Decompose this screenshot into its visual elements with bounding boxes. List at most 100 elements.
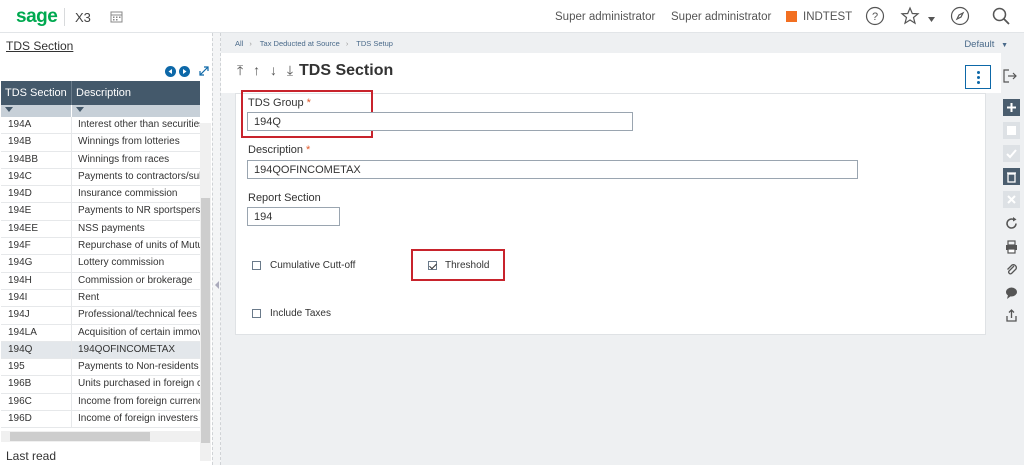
table-row[interactable]: 194C Payments to contractors/sub- (1, 168, 200, 187)
tds-section-cell[interactable]: 194A (1, 117, 72, 134)
table-row[interactable]: 194LA Acquisition of certain immova (1, 324, 200, 342)
panel-splitter[interactable] (212, 33, 221, 465)
delete-icon[interactable] (1003, 168, 1020, 185)
tds-section-cell[interactable]: 196C (1, 393, 72, 411)
tds-group-field[interactable]: 194Q (247, 112, 633, 131)
cumulative-cutoff-label[interactable]: Cumulative Cutt-off (270, 260, 355, 271)
cancel-icon[interactable] (1003, 191, 1020, 208)
column-header-description[interactable]: Description (72, 81, 200, 105)
help-icon[interactable]: ? (865, 6, 885, 26)
description-cell[interactable]: NSS payments (72, 221, 200, 237)
filter-icon[interactable] (76, 107, 84, 112)
description-cell[interactable]: Interest other than securities (72, 117, 200, 133)
tds-section-cell[interactable]: 194EE (1, 220, 72, 238)
table-row[interactable]: 194E Payments to NR sportsperson (1, 203, 200, 221)
description-cell[interactable]: Units purchased in foreign cu (72, 376, 200, 392)
description-cell[interactable]: Winnings from races (72, 152, 200, 168)
table-row[interactable]: 194I Rent (1, 289, 200, 308)
tds-section-cell[interactable]: 194J (1, 307, 72, 324)
table-row[interactable]: 196C Income from foreign currency (1, 393, 200, 412)
tds-section-cell[interactable]: 194B (1, 134, 72, 151)
description-cell[interactable]: 194QOFINCOMETAX (72, 342, 200, 358)
share-icon[interactable] (1003, 307, 1020, 324)
table-row[interactable]: 194BB Winnings from races (1, 151, 200, 169)
table-row[interactable]: 194D Insurance commission (1, 186, 200, 204)
include-taxes-checkbox[interactable] (252, 309, 261, 318)
threshold-checkbox[interactable] (428, 261, 437, 270)
expand-icon[interactable] (199, 66, 209, 76)
table-row[interactable]: 195 Payments to Non-residents (1, 359, 200, 377)
folder-name[interactable]: INDTEST (803, 11, 852, 23)
left-panel-title[interactable]: TDS Section (6, 39, 73, 53)
previous-icon[interactable] (165, 66, 176, 77)
print-icon[interactable] (1003, 238, 1020, 255)
report-section-field[interactable]: 194 (247, 207, 340, 226)
horizontal-scrollbar[interactable] (1, 431, 200, 442)
scrollbar-thumb[interactable] (10, 432, 150, 441)
table-row[interactable]: 196B Units purchased in foreign cu (1, 376, 200, 394)
tds-section-cell[interactable]: 194D (1, 186, 72, 203)
table-row[interactable]: 194B Winnings from lotteries (1, 134, 200, 152)
tds-section-cell[interactable]: 194E (1, 203, 72, 220)
star-icon[interactable] (900, 6, 920, 26)
description-cell[interactable]: Income of foreign investers (72, 411, 200, 427)
tds-section-cell[interactable]: 194C (1, 168, 72, 186)
description-cell[interactable]: Acquisition of certain immova (72, 325, 200, 341)
tds-section-cell[interactable]: 196D (1, 411, 72, 428)
tds-section-cell[interactable]: 194Q (1, 341, 72, 359)
compass-icon[interactable] (950, 6, 970, 26)
tds-section-cell[interactable]: 194F (1, 238, 72, 255)
description-field[interactable]: 194QOFINCOMETAX (247, 160, 858, 179)
record-navigation-arrows[interactable]: ⤒ ↑ ↓ ⤓ (237, 62, 296, 79)
table-row[interactable]: 194G Lottery commission (1, 255, 200, 273)
role-menu[interactable]: Super administrator (671, 11, 771, 23)
sage-logo[interactable]: sage (16, 6, 58, 28)
tds-section-cell[interactable]: 196B (1, 376, 72, 393)
description-cell[interactable]: Income from foreign currency (72, 394, 200, 410)
description-cell[interactable]: Payments to contractors/sub- (72, 169, 200, 185)
calendar-icon[interactable] (110, 10, 123, 23)
description-cell[interactable]: Payments to Non-residents (72, 359, 200, 375)
description-cell[interactable]: Rent (72, 290, 200, 306)
description-cell[interactable]: Insurance commission (72, 186, 200, 202)
table-row[interactable]: 194Q 194QOFINCOMETAX (1, 341, 200, 360)
cumulative-cutoff-checkbox[interactable] (252, 261, 261, 270)
vertical-scrollbar[interactable] (200, 123, 211, 461)
more-actions-icon[interactable] (965, 65, 991, 89)
description-cell[interactable]: Commission or brokerage (72, 273, 200, 289)
description-cell[interactable]: Lottery commission (72, 255, 200, 271)
comment-icon[interactable] (1003, 284, 1020, 301)
scrollbar-thumb[interactable] (201, 198, 210, 443)
description-cell[interactable]: Repurchase of units of Mutua (72, 238, 200, 254)
chevron-down-icon[interactable] (928, 17, 935, 22)
tds-section-cell[interactable]: 194H (1, 272, 72, 289)
view-selector-value[interactable]: Default (964, 39, 994, 50)
attachment-icon[interactable] (1003, 261, 1020, 278)
table-row[interactable]: 194H Commission or brokerage (1, 272, 200, 290)
table-row[interactable]: 194J Professional/technical fees (1, 307, 200, 325)
breadcrumb-item[interactable]: TDS Setup (356, 39, 393, 48)
breadcrumb-item[interactable]: Tax Deducted at Source (260, 39, 340, 48)
validate-icon[interactable] (1003, 145, 1020, 162)
add-icon[interactable] (1003, 99, 1020, 116)
last-read-label[interactable]: Last read (6, 449, 56, 463)
tds-section-cell[interactable]: 194LA (1, 324, 72, 341)
tds-section-cell[interactable]: 194G (1, 255, 72, 272)
view-selector[interactable]: Default ▼ (964, 39, 1008, 50)
search-icon[interactable] (991, 6, 1011, 26)
table-row[interactable]: 196D Income of foreign investers (1, 411, 200, 429)
tds-section-cell[interactable]: 194BB (1, 151, 72, 168)
tds-section-cell[interactable]: 195 (1, 359, 72, 376)
exit-icon[interactable] (1003, 69, 1017, 83)
user-menu[interactable]: Super administrator (555, 11, 655, 23)
description-cell[interactable]: Professional/technical fees (72, 307, 200, 323)
refresh-icon[interactable] (1003, 215, 1020, 232)
breadcrumb-item[interactable]: All (235, 39, 243, 48)
save-icon[interactable] (1003, 122, 1020, 139)
table-row[interactable]: 194A Interest other than securities (1, 117, 200, 135)
description-cell[interactable]: Payments to NR sportsperson (72, 203, 200, 219)
threshold-label[interactable]: Threshold (445, 260, 489, 271)
tds-section-cell[interactable]: 194I (1, 289, 72, 307)
chevron-down-icon[interactable]: ▼ (1001, 42, 1008, 49)
collapse-arrow-icon[interactable] (215, 281, 219, 289)
